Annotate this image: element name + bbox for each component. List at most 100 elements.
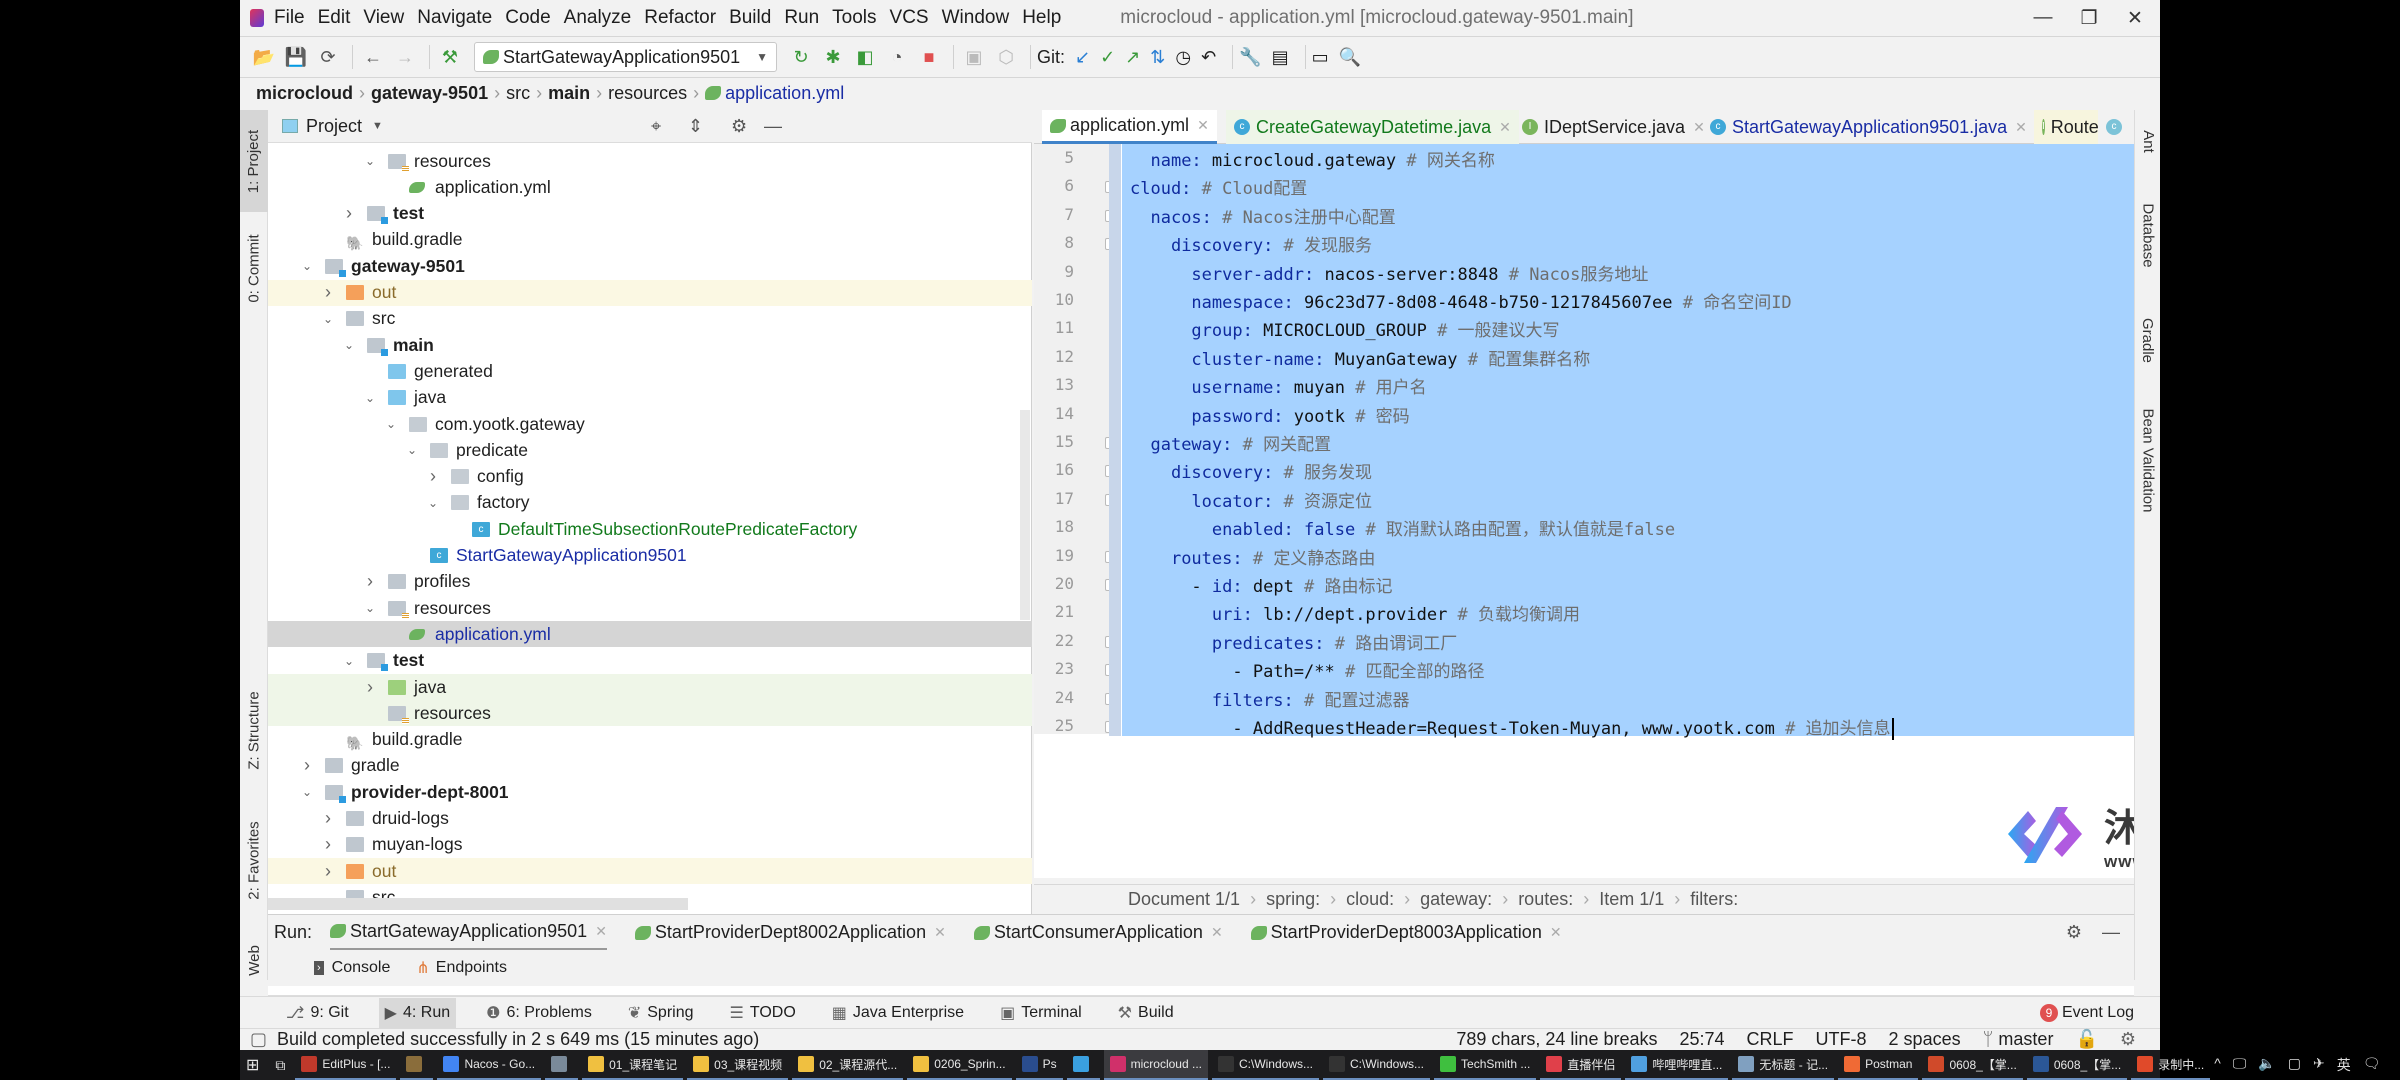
chevron-down-icon[interactable]: ⌄ <box>362 601 378 615</box>
tray-icon[interactable]: ▢ <box>2288 1055 2301 1075</box>
caret-position[interactable]: 25:74 <box>1679 1029 1724 1050</box>
taskbar-app[interactable]: 0608_【掌... <box>2026 1050 2128 1080</box>
tab-idept-service[interactable]: I IDeptService.java ✕ <box>1514 110 1713 144</box>
yaml-crumb[interactable]: gateway: <box>1420 889 1492 910</box>
crumb-main[interactable]: main <box>548 83 590 104</box>
task-view-icon[interactable]: ⧉ <box>269 1050 291 1080</box>
chevron-down-icon[interactable]: ⌄ <box>425 496 441 510</box>
chevron-right-icon[interactable]: › <box>362 677 378 698</box>
taskbar-app[interactable]: TechSmith ... <box>1434 1050 1537 1080</box>
project-view-select[interactable]: Project <box>306 116 362 137</box>
tree-item[interactable]: c StartGatewayApplication9501 <box>268 543 1032 569</box>
chevron-right-icon[interactable]: › <box>362 571 378 592</box>
close-tab-icon[interactable]: ✕ <box>2015 119 2027 136</box>
tool-problems[interactable]: ❶ 6: Problems <box>480 998 598 1028</box>
crumb-module[interactable]: gateway-9501 <box>371 83 488 104</box>
tool-build[interactable]: ⚒ Build <box>1112 998 1180 1028</box>
tree-item[interactable]: ⌄ src <box>268 306 1032 332</box>
taskbar-app[interactable]: 无标题 - 记... <box>1732 1050 1835 1080</box>
close-tab-icon[interactable]: ✕ <box>1211 924 1223 941</box>
collapse-all-icon[interactable]: ⇕ <box>688 116 703 137</box>
tree-item[interactable]: › java <box>268 674 1032 700</box>
tree-horizontal-scrollbar[interactable] <box>268 898 688 910</box>
chevron-down-icon[interactable]: ⌄ <box>299 259 315 273</box>
menu-navigate[interactable]: Navigate <box>417 7 492 29</box>
tool-terminal[interactable]: ▣ Terminal <box>994 998 1088 1028</box>
tab-application-yml[interactable]: application.yml ✕ <box>1042 110 1217 144</box>
tool-tab-ant[interactable]: Ant <box>2135 116 2160 166</box>
tray-icon[interactable]: ^ <box>2214 1055 2221 1075</box>
chevron-right-icon[interactable]: › <box>320 861 336 882</box>
chevron-down-icon[interactable]: ⌄ <box>320 312 336 326</box>
taskbar-app[interactable]: 录制中... <box>2131 1050 2211 1080</box>
tool-tab-web[interactable]: Web <box>240 930 268 990</box>
run-tab-gateway[interactable]: StartGatewayApplication9501 ✕ <box>330 915 607 951</box>
minimize-button[interactable]: — <box>2020 0 2066 36</box>
tree-scrollbar[interactable] <box>1020 410 1030 620</box>
tool-spring[interactable]: ❦ Spring <box>622 998 700 1028</box>
git-update-icon[interactable]: ↙ <box>1075 47 1090 68</box>
hide-icon[interactable]: — <box>2102 922 2120 943</box>
tree-item[interactable]: application.yml <box>268 621 1032 648</box>
crumb-file[interactable]: application.yml <box>725 83 844 104</box>
menu-help[interactable]: Help <box>1022 7 1061 29</box>
yaml-crumb[interactable]: Document 1/1 <box>1128 889 1240 910</box>
tool-git[interactable]: ⎇ 9: Git <box>280 998 355 1028</box>
debug-icon[interactable]: ✱ <box>819 43 847 71</box>
hide-icon[interactable]: — <box>764 116 782 137</box>
tool-run[interactable]: ▶ 4: Run <box>378 997 457 1028</box>
tray-icon[interactable]: ✈ <box>2313 1055 2325 1075</box>
tree-item[interactable]: c DefaultTimeSubsectionRoutePredicateFact… <box>268 516 1032 542</box>
chevron-down-icon[interactable]: ⌄ <box>362 154 378 168</box>
file-encoding[interactable]: UTF-8 <box>1816 1029 1867 1050</box>
taskbar-app[interactable]: 0206_Sprin... <box>907 1050 1012 1080</box>
save-icon[interactable]: 💾 <box>282 43 310 71</box>
tree-item[interactable]: ⌄ resources <box>268 595 1032 621</box>
close-tab-icon[interactable]: ✕ <box>1499 119 1511 136</box>
inspector-icon[interactable]: ⚙ <box>2120 1029 2136 1050</box>
tray-icon[interactable]: 🔈 <box>2258 1055 2275 1075</box>
run-config-select[interactable]: StartGatewayApplication9501 ▼ <box>474 42 777 72</box>
stop-icon[interactable]: ■ <box>915 43 943 71</box>
project-structure-icon[interactable]: ▤ <box>1272 47 1289 68</box>
open-folder-icon[interactable]: 📂 <box>250 43 278 71</box>
git-branch[interactable]: ᛘ master <box>1983 1029 2054 1050</box>
taskbar-app[interactable]: Nacos - Go... <box>437 1050 542 1080</box>
tree-item[interactable]: generated <box>268 358 1032 384</box>
tool-tab-project[interactable]: 1: Project <box>240 110 268 212</box>
menu-view[interactable]: View <box>363 7 404 29</box>
chevron-right-icon[interactable]: › <box>425 466 441 487</box>
build-hammer-icon[interactable]: ⚒ <box>436 43 464 71</box>
yaml-crumb[interactable]: filters: <box>1690 889 1738 910</box>
menu-file[interactable]: File <box>274 7 305 29</box>
menu-window[interactable]: Window <box>942 7 1010 29</box>
presentation-icon[interactable]: ▭ <box>1312 47 1329 68</box>
tool-java-enterprise[interactable]: ▦ Java Enterprise <box>826 998 970 1028</box>
taskbar-app[interactable]: Ps <box>1015 1050 1063 1080</box>
yaml-crumb[interactable]: cloud: <box>1346 889 1394 910</box>
search-icon[interactable]: 🔍 <box>1339 47 1361 68</box>
close-tab-icon[interactable]: ✕ <box>934 924 946 941</box>
chevron-down-icon[interactable]: ▼ <box>372 120 383 132</box>
tree-item[interactable]: ⌄ main <box>268 332 1032 358</box>
tree-item[interactable]: › out <box>268 858 1032 885</box>
tab-create-gateway-datetime[interactable]: c CreateGatewayDatetime.java ✕ <box>1226 110 1519 144</box>
coverage-icon[interactable]: ◧ <box>851 43 879 71</box>
chevron-down-icon[interactable]: ⌄ <box>362 391 378 405</box>
forward-icon[interactable]: → <box>391 43 419 71</box>
chevron-right-icon[interactable]: › <box>299 755 315 776</box>
sync-icon[interactable]: ⟳ <box>314 43 342 71</box>
taskbar-app[interactable]: EditPlus - [... <box>295 1050 397 1080</box>
taskbar-app[interactable]: 03_课程视频 <box>687 1050 789 1080</box>
chevron-down-icon[interactable]: ⌄ <box>341 338 357 352</box>
tree-item[interactable]: ⌄ provider-dept-8001 <box>268 779 1032 805</box>
event-log-button[interactable]: 9 Event Log <box>2034 998 2140 1028</box>
yaml-crumb[interactable]: routes: <box>1518 889 1573 910</box>
tree-item[interactable]: ⌄ resources <box>268 148 1032 174</box>
taskbar-app[interactable]: 0608_【掌... <box>1922 1050 2023 1080</box>
menu-refactor[interactable]: Refactor <box>644 7 716 29</box>
attach-icon[interactable]: ▣ <box>960 43 988 71</box>
taskbar-app[interactable]: 哔哩哔哩直... <box>1625 1050 1729 1080</box>
tree-item[interactable]: ⌄ com.yootk.gateway <box>268 411 1032 437</box>
tool-tab-commit[interactable]: 0: Commit <box>240 218 268 318</box>
